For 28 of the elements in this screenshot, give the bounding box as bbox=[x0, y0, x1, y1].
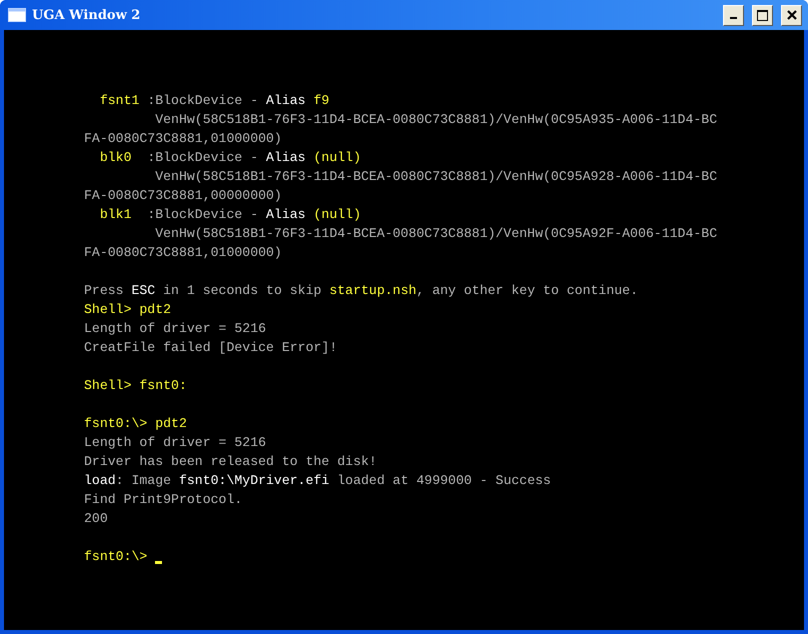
console-line: blk0 :BlockDevice - Alias (null) bbox=[98, 149, 361, 167]
console-line: load: Image fsnt0:\MyDriver.efi loaded at 4999000 - Success bbox=[84, 472, 551, 490]
close-icon bbox=[786, 10, 796, 20]
console-line: Shell> pdt2 bbox=[84, 301, 172, 319]
console-line: CreatFile failed [Device Error]! bbox=[84, 339, 338, 357]
window-title: UGA Window 2 bbox=[32, 8, 142, 22]
console-line: fsnt0:\> bbox=[84, 548, 148, 566]
window-icon bbox=[8, 8, 26, 22]
console-line: blk1 :BlockDevice - Alias (null) bbox=[98, 206, 361, 224]
console-line: FA-0080C73C8881,00000000) bbox=[84, 187, 282, 205]
console-line: fsnt0:\> pdt2 bbox=[84, 415, 187, 433]
console-line: Find Print9Protocol. bbox=[84, 491, 242, 509]
console-line: VenHw(58C518B1-76F3-11D4-BCEA-0080C73C8881)/VenHw(0C95A92F-A006-11D4-BC bbox=[154, 225, 718, 243]
console-line: Driver has been released to the disk! bbox=[84, 453, 377, 471]
console-line: VenHw(58C518B1-76F3-11D4-BCEA-0080C73C8881)/VenHw(0C95A928-A006-11D4-BC bbox=[154, 168, 718, 186]
console-line: FA-0080C73C8881,01000000) bbox=[84, 130, 282, 148]
console-line: 200 bbox=[84, 510, 108, 528]
console-line: Length of driver = 5216 bbox=[84, 320, 266, 338]
console-line: Press ESC in 1 seconds to skip startup.nsh, any other key to continue. bbox=[84, 282, 638, 300]
console-line: Length of driver = 5216 bbox=[84, 434, 266, 452]
minimize-button[interactable] bbox=[723, 4, 744, 26]
console-line: FA-0080C73C8881,01000000) bbox=[84, 244, 282, 262]
close-button[interactable] bbox=[781, 4, 802, 26]
console-line: VenHw(58C518B1-76F3-11D4-BCEA-0080C73C8881)/VenHw(0C95A935-A006-11D4-BC bbox=[154, 111, 718, 129]
console-line: fsnt1 :BlockDevice - Alias f9 bbox=[98, 92, 330, 110]
console-line: Shell> fsnt0: bbox=[84, 377, 187, 395]
maximize-icon bbox=[757, 10, 768, 20]
maximize-button[interactable] bbox=[752, 4, 773, 26]
